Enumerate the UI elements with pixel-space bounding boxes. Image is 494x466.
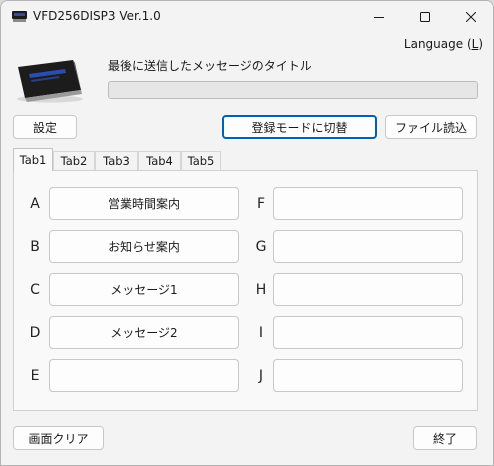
slot-button-d[interactable]: メッセージ2 [49,316,239,349]
slot-letter-f: F [256,196,266,212]
slot-letter-j: J [258,368,264,384]
slot-button-b[interactable]: お知らせ案内 [49,230,239,263]
last-message-title-label: 最後に送信したメッセージのタイトル [108,59,312,73]
slot-letter-c: C [30,282,40,298]
tab-1[interactable]: Tab1 [13,148,53,171]
close-icon [466,12,476,22]
register-mode-button[interactable]: 登録モードに切替 [222,115,377,139]
language-menu[interactable]: Language (L) [404,37,483,51]
slot-button-c[interactable]: メッセージ1 [49,273,239,306]
tab-2[interactable]: Tab2 [53,151,95,170]
slot-letter-a: A [30,196,40,212]
slot-button-a[interactable]: 営業時間案内 [49,187,239,220]
clear-screen-button[interactable]: 画面クリア [13,426,104,450]
send-progress-bar [108,81,478,99]
slot-button-e[interactable] [49,359,239,392]
slot-letter-h: H [255,282,267,298]
language-menu-close: ) [478,37,483,51]
tab-5[interactable]: Tab5 [181,151,221,170]
app-icon [12,11,27,22]
language-menu-label: Language ( [403,37,472,51]
slot-letter-g: G [255,239,267,255]
slot-letter-d: D [29,325,41,341]
tab-4[interactable]: Tab4 [138,151,181,170]
maximize-button[interactable] [402,1,448,33]
vfd-device-image [17,60,83,103]
tab-3[interactable]: Tab3 [95,151,138,170]
close-button[interactable] [448,1,493,33]
slot-button-g[interactable] [273,230,463,263]
app-window: VFD256DISP3 Ver.1.0 Language (L) 最後に送信した… [0,0,494,466]
slot-button-i[interactable] [273,316,463,349]
file-load-button[interactable]: ファイル読込 [385,115,477,139]
slot-button-j[interactable] [273,359,463,392]
title-bar[interactable]: VFD256DISP3 Ver.1.0 [1,1,493,33]
window-title: VFD256DISP3 Ver.1.0 [33,9,161,23]
slot-letter-b: B [30,239,40,255]
settings-button[interactable]: 設定 [13,115,77,139]
slot-letter-e: E [30,368,40,384]
slot-button-f[interactable] [273,187,463,220]
slot-letter-i: I [258,325,264,341]
minimize-button[interactable] [356,1,402,33]
slot-button-h[interactable] [273,273,463,306]
minimize-icon [374,17,384,18]
exit-button[interactable]: 終了 [413,426,477,450]
maximize-icon [420,12,430,22]
